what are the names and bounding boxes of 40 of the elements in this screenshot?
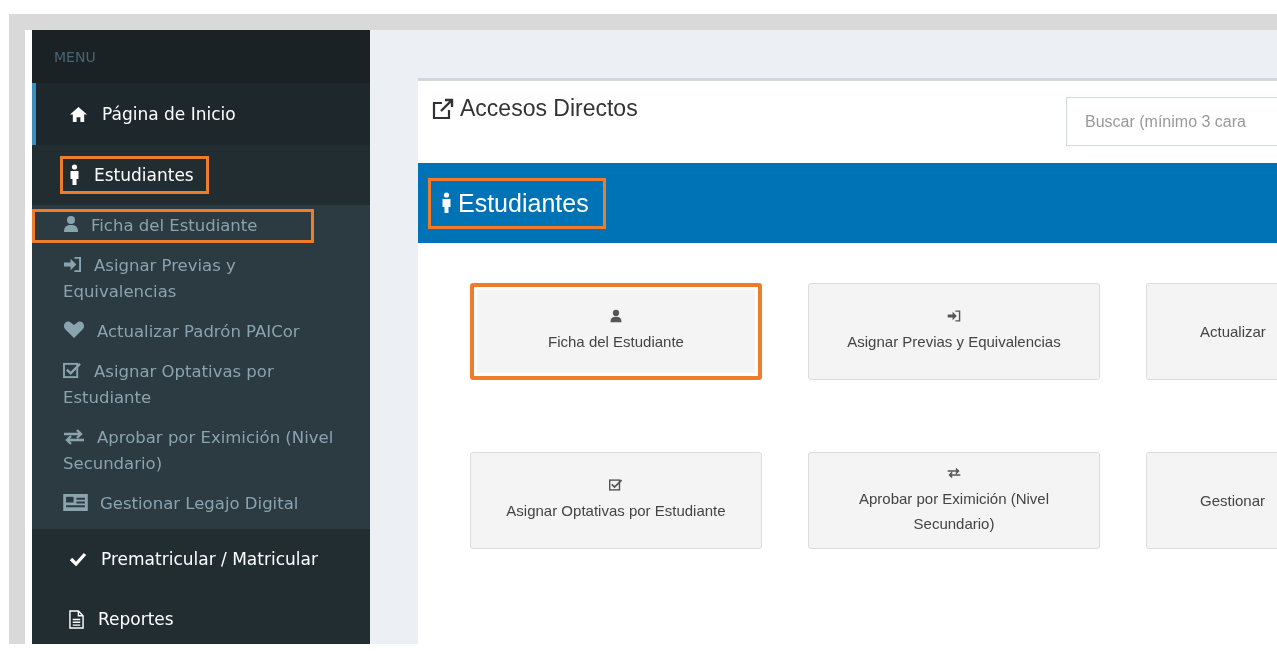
checkbox-icon <box>609 478 623 492</box>
user-icon <box>609 309 623 323</box>
section-title: Estudiantes <box>458 188 589 218</box>
document-icon <box>69 609 84 629</box>
panel-title: Accesos Directos <box>460 95 638 122</box>
sign-in-icon <box>63 256 82 273</box>
user-icon <box>63 215 79 233</box>
shortcut-button[interactable]: Ficha del Estudiante <box>470 283 762 380</box>
shortcut-button[interactable]: Actualizar <box>1146 283 1277 380</box>
sidebar-item[interactable]: Estudiantes <box>32 145 370 205</box>
search-field[interactable]: Buscar (mínimo 3 cara <box>1066 97 1277 146</box>
sidebar-item[interactable]: Página de Inicio <box>32 83 370 145</box>
checkbox-icon <box>63 362 82 379</box>
sidebar-item[interactable]: Reportes <box>32 589 370 644</box>
external-link-icon <box>432 97 454 120</box>
submenu-item[interactable]: Actualizar Padrón PAICor <box>32 315 370 349</box>
sidebar-item-label: Estudiantes <box>60 156 209 194</box>
heart-icon <box>63 321 85 339</box>
submenu-item[interactable]: Ficha del Estudiante <box>32 209 314 243</box>
exchange-arrows-icon <box>63 429 85 445</box>
sign-in-icon <box>947 309 961 323</box>
home-icon <box>69 105 88 123</box>
sidebar-item-label: Prematricular / Matricular <box>60 541 333 577</box>
person-icon <box>441 192 452 214</box>
submenu-item[interactable]: Gestionar Legajo Digital <box>32 487 370 521</box>
sidebar-item-label: Página de Inicio <box>60 96 251 132</box>
shortcut-button[interactable]: Aprobar por Eximición (Nivel Secundario) <box>808 452 1100 549</box>
shortcut-button[interactable]: Asignar Previas y Equivalencias <box>808 283 1100 380</box>
submenu-item[interactable]: Asignar Previas y Equivalencias <box>32 249 370 309</box>
exchange-arrows-icon <box>947 465 961 480</box>
sidebar-item-label: Reportes <box>60 601 189 637</box>
menu-header: MENU <box>32 30 370 83</box>
check-icon <box>69 552 87 566</box>
person-icon <box>69 164 80 186</box>
submenu-item[interactable]: Aprobar por Eximición (Nivel Secundario) <box>32 421 370 481</box>
shortcut-button[interactable]: Gestionar <box>1146 452 1277 549</box>
id-card-icon <box>63 494 88 511</box>
shortcut-button[interactable]: Asignar Optativas por Estudiante <box>470 452 762 549</box>
submenu-item[interactable]: Asignar Optativas por Estudiante <box>32 355 370 415</box>
sidebar-item[interactable]: Prematricular / Matricular <box>32 529 370 589</box>
